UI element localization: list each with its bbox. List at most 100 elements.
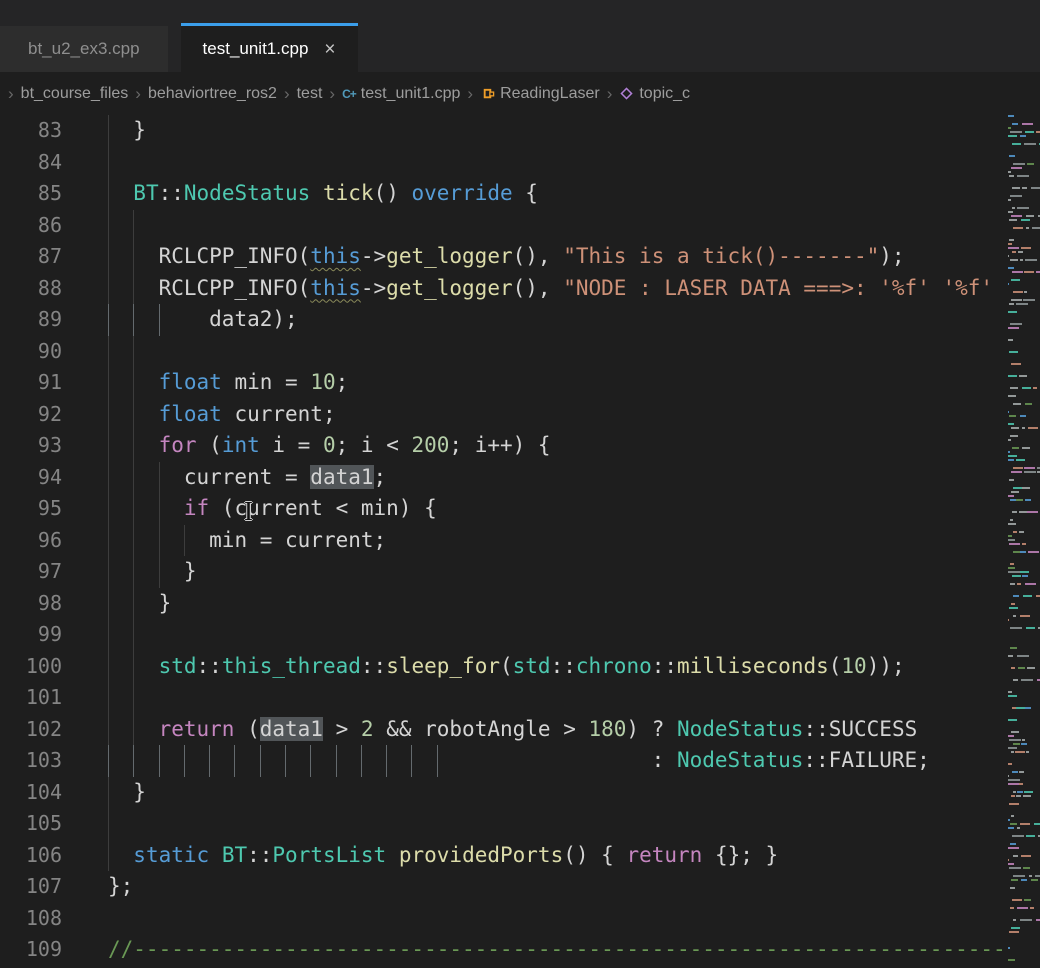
tab-label: test_unit1.cpp xyxy=(203,39,309,59)
line-number[interactable]: 88 xyxy=(0,273,62,305)
line-number[interactable]: 103 xyxy=(0,745,62,777)
minimap-line xyxy=(1008,375,1040,378)
code-line-content[interactable]: } xyxy=(108,777,1008,809)
line-number[interactable]: 92 xyxy=(0,399,62,431)
code-line-content[interactable] xyxy=(108,147,1008,179)
code-editor[interactable]: 83 }8485 BT::NodeStatus tick() override … xyxy=(0,115,1008,968)
minimap-line xyxy=(1008,139,1040,142)
code-line-content[interactable]: std::this_thread::sleep_for(std::chrono:… xyxy=(108,651,1008,683)
code-token: (), xyxy=(513,276,564,300)
code-token: return xyxy=(626,843,702,867)
code-token: 10 xyxy=(841,654,866,678)
line-number[interactable]: 84 xyxy=(0,147,62,179)
code-line-content[interactable] xyxy=(108,903,1008,935)
breadcrumb-item-test[interactable]: test xyxy=(297,85,323,103)
code-line-content[interactable]: static BT::PortsList providedPorts() { r… xyxy=(108,840,1008,872)
minimap-line xyxy=(1008,687,1040,690)
minimap-mark xyxy=(1019,771,1024,773)
indent-guide xyxy=(133,399,134,431)
line-number[interactable]: 96 xyxy=(0,525,62,557)
minimap-line xyxy=(1008,167,1040,170)
line-number[interactable]: 90 xyxy=(0,336,62,368)
line-number[interactable]: 99 xyxy=(0,619,62,651)
minimap[interactable] xyxy=(1008,115,1040,968)
line-number[interactable]: 86 xyxy=(0,210,62,242)
tab-bt_u2_ex3[interactable]: bt_u2_ex3.cpp xyxy=(0,26,168,72)
breadcrumb-item-bt_course_files[interactable]: bt_course_files xyxy=(21,85,129,103)
code-line-content[interactable]: //--------------------------------------… xyxy=(108,934,1008,966)
indent-guide xyxy=(108,115,109,147)
code-line-content[interactable]: } xyxy=(108,588,1008,620)
line-number[interactable]: 108 xyxy=(0,903,62,935)
code-line-content[interactable]: } xyxy=(108,556,1008,588)
breadcrumb-item-ReadingLaser[interactable]: ReadingLaser xyxy=(480,85,600,103)
minimap-line xyxy=(1008,815,1040,818)
code-line-content[interactable] xyxy=(108,619,1008,651)
minimap-mark xyxy=(1010,387,1018,389)
code-line-content[interactable]: RCLCPP_INFO(this->get_logger(), "This is… xyxy=(108,241,1008,273)
code-line-content[interactable]: for (int i = 0; i < 200; i++) { xyxy=(108,430,1008,462)
line-number[interactable]: 98 xyxy=(0,588,62,620)
code-line-content[interactable]: float current; xyxy=(108,399,1008,431)
code-token: "This is a tick()-------" xyxy=(563,244,879,268)
line-number[interactable]: 104 xyxy=(0,777,62,809)
minimap-line xyxy=(1008,147,1040,150)
breadcrumb-item-test_unit1.cpp[interactable]: C+test_unit1.cpp xyxy=(342,85,460,103)
code-line-content[interactable] xyxy=(108,682,1008,714)
line-number[interactable]: 83 xyxy=(0,115,62,147)
line-number[interactable]: 106 xyxy=(0,840,62,872)
code-line-content[interactable]: : NodeStatus::FAILURE; xyxy=(108,745,1008,777)
code-line-content[interactable]: float min = 10; xyxy=(108,367,1008,399)
tab-test_unit1[interactable]: test_unit1.cpp × xyxy=(181,23,358,72)
minimap-line xyxy=(1008,935,1040,938)
minimap-line xyxy=(1008,479,1040,482)
line-number[interactable]: 101 xyxy=(0,682,62,714)
code-line-content[interactable]: min = current; xyxy=(108,525,1008,557)
minimap-line xyxy=(1008,947,1040,950)
code-line-content[interactable]: } xyxy=(108,115,1008,147)
minimap-mark xyxy=(1008,211,1013,213)
code-token: RCLCPP_INFO( xyxy=(159,244,311,268)
minimap-mark xyxy=(1021,679,1033,681)
line-number[interactable]: 91 xyxy=(0,367,62,399)
line-number[interactable]: 93 xyxy=(0,430,62,462)
line-number[interactable]: 105 xyxy=(0,808,62,840)
line-number[interactable]: 95 xyxy=(0,493,62,525)
line-number[interactable]: 102 xyxy=(0,714,62,746)
minimap-line xyxy=(1008,323,1040,326)
breadcrumb-item-topic_c[interactable]: topic_c xyxy=(619,85,690,103)
indent-guide xyxy=(133,745,134,777)
close-tab-icon[interactable]: × xyxy=(324,40,335,59)
minimap-mark xyxy=(1011,363,1021,365)
minimap-line xyxy=(1008,499,1040,502)
minimap-line xyxy=(1008,435,1040,438)
code-line-content[interactable]: RCLCPP_INFO(this->get_logger(), "NODE : … xyxy=(108,273,1008,305)
code-line-content[interactable]: data2); xyxy=(108,304,1008,336)
method-icon xyxy=(619,86,634,101)
minimap-mark xyxy=(1008,763,1012,765)
code-token: data2); xyxy=(209,307,298,331)
code-line-content[interactable] xyxy=(108,808,1008,840)
code-line-content[interactable]: if (current < min) { xyxy=(108,493,1008,525)
code-line-content[interactable]: return (data1 > 2 && robotAngle > 180) ?… xyxy=(108,714,1008,746)
minimap-line xyxy=(1008,915,1040,918)
code-line-content[interactable] xyxy=(108,336,1008,368)
line-number[interactable]: 109 xyxy=(0,934,62,966)
line-number[interactable]: 107 xyxy=(0,871,62,903)
breadcrumb-item-behaviortree_ros2[interactable]: behaviortree_ros2 xyxy=(148,85,277,103)
minimap-line xyxy=(1008,543,1040,546)
code-line-content[interactable] xyxy=(108,210,1008,242)
code-token: ::FAILURE; xyxy=(803,748,929,772)
indent-guide xyxy=(133,525,134,557)
line-number[interactable]: 87 xyxy=(0,241,62,273)
line-number[interactable]: 97 xyxy=(0,556,62,588)
line-number[interactable]: 89 xyxy=(0,304,62,336)
code-line-content[interactable]: }; xyxy=(108,871,1008,903)
line-number[interactable]: 94 xyxy=(0,462,62,494)
minimap-line xyxy=(1008,887,1040,890)
breadcrumb-label: topic_c xyxy=(639,85,690,103)
code-line-content[interactable]: current = data1; xyxy=(108,462,1008,494)
line-number[interactable]: 85 xyxy=(0,178,62,210)
code-line-content[interactable]: BT::NodeStatus tick() override { xyxy=(108,178,1008,210)
line-number[interactable]: 100 xyxy=(0,651,62,683)
